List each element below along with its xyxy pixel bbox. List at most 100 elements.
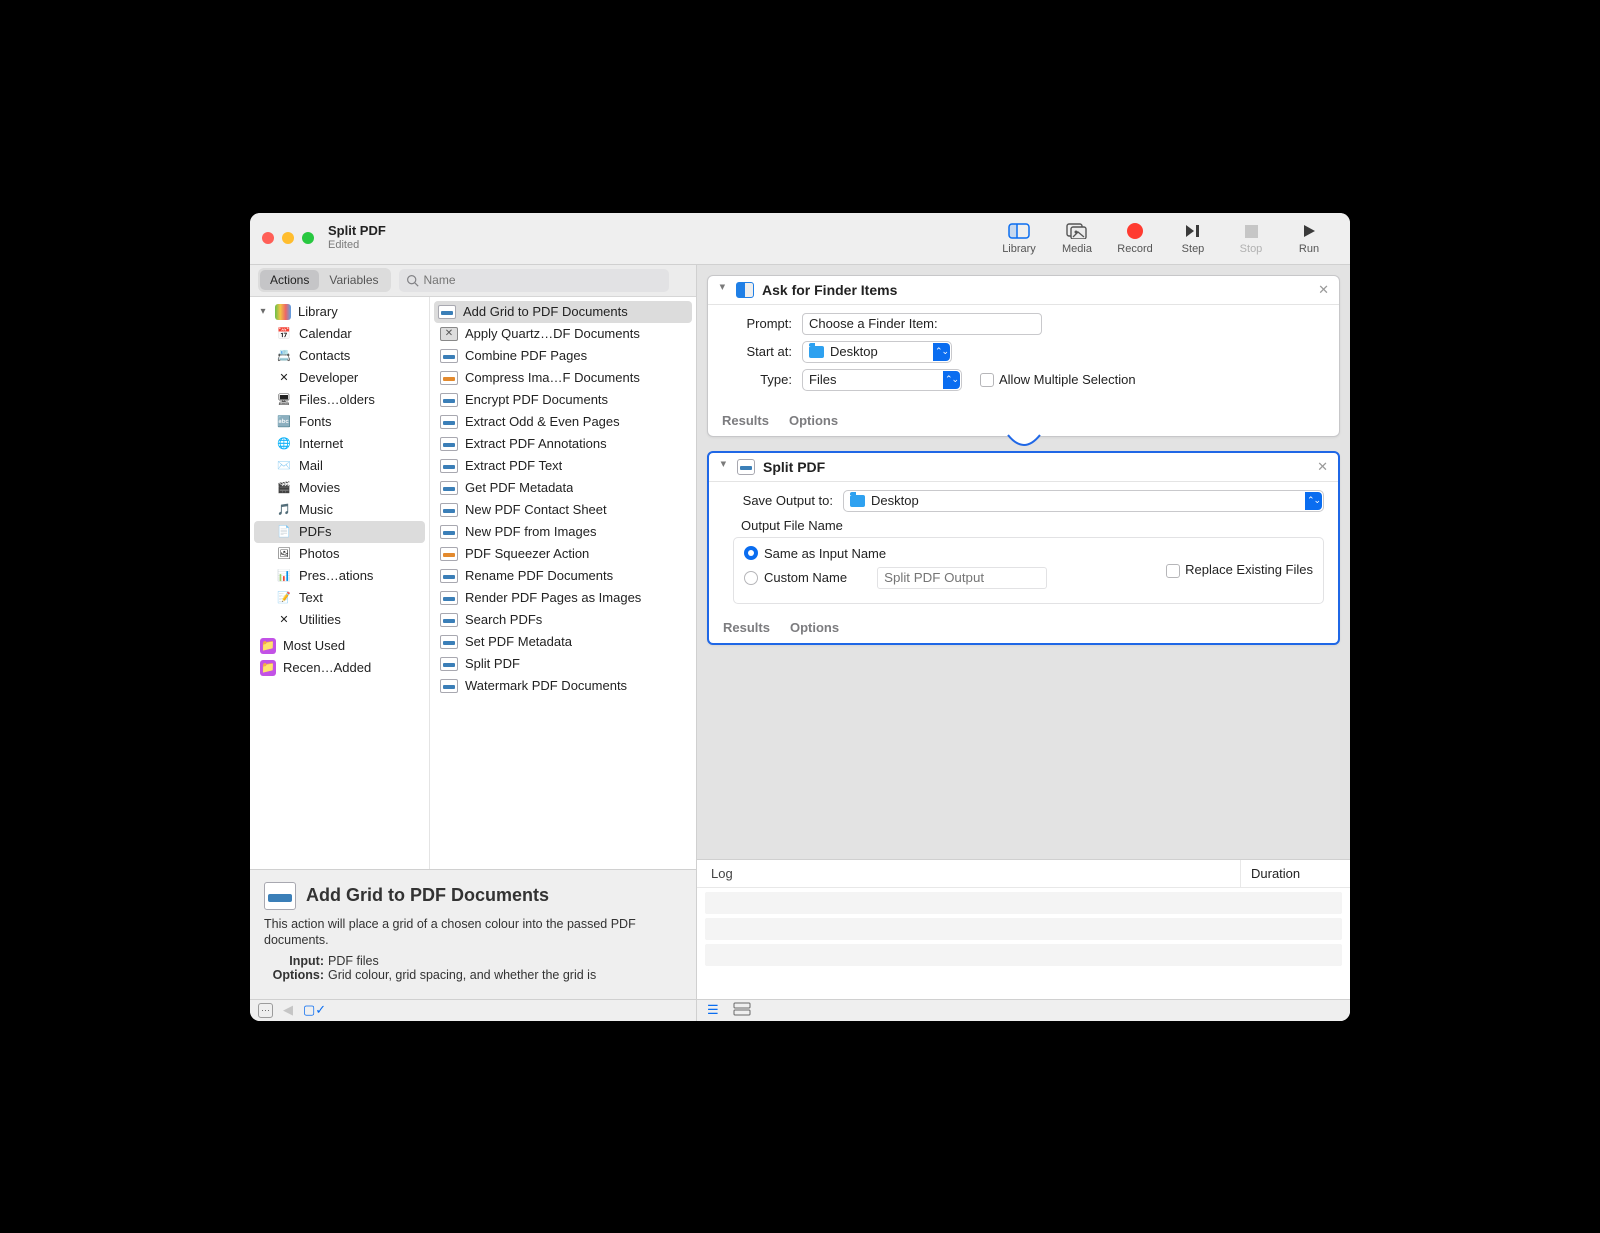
action-compress-ima-f-documents[interactable]: Compress Ima…F Documents [430,367,696,389]
output-filename-group: Same as Input Name Custom Name Replace E… [733,537,1324,604]
radio-custom-name[interactable]: Custom Name [744,567,1148,589]
action-watermark-pdf-documents[interactable]: Watermark PDF Documents [430,675,696,697]
category-text[interactable]: 📝Text [250,587,429,609]
action-search-pdfs[interactable]: Search PDFs [430,609,696,631]
category-icon: 🖼 [276,546,292,562]
category-pres-ations[interactable]: 📊Pres…ations [250,565,429,587]
category-fonts[interactable]: 🔤Fonts [250,411,429,433]
results-disclosure[interactable]: Results [723,620,770,635]
chevron-down-icon: ▾ [258,306,268,317]
step-toolbar-button[interactable]: Step [1164,221,1222,255]
category-calendar[interactable]: 📅Calendar [250,323,429,345]
action-encrypt-pdf-documents[interactable]: Encrypt PDF Documents [430,389,696,411]
category-utilities[interactable]: ✕Utilities [250,609,429,631]
search-input[interactable] [424,273,662,287]
workflow-canvas[interactable]: ▸ Ask for Finder Items ✕ Prompt: Choose … [697,265,1350,859]
options-disclosure[interactable]: Options [789,413,838,428]
action-new-pdf-contact-sheet[interactable]: New PDF Contact Sheet [430,499,696,521]
run-toolbar-button[interactable]: Run [1280,221,1338,255]
action-icon [440,371,458,385]
action-extract-odd-even-pages[interactable]: Extract Odd & Even Pages [430,411,696,433]
smart-folder-icon: 📁 [260,660,276,676]
replace-existing-checkbox[interactable]: Replace Existing Files [1166,562,1313,578]
workflow-pane: ▸ Ask for Finder Items ✕ Prompt: Choose … [697,265,1350,1021]
radio-same-name[interactable]: Same as Input Name [744,546,1148,561]
action-icon [440,349,458,363]
prompt-field[interactable]: Choose a Finder Item: [802,313,1042,335]
duration-column-header[interactable]: Duration [1240,860,1350,887]
action-icon [440,437,458,451]
remove-action-button[interactable]: ✕ [1318,282,1329,298]
action-icon [440,679,458,693]
action-get-pdf-metadata[interactable]: Get PDF Metadata [430,477,696,499]
category-mail[interactable]: ✉️Mail [250,455,429,477]
category-photos[interactable]: 🖼Photos [250,543,429,565]
category-icon: ✉️ [276,458,292,474]
action-set-pdf-metadata[interactable]: Set PDF Metadata [430,631,696,653]
action-add-grid-to-pdf-documents[interactable]: Add Grid to PDF Documents [434,301,692,323]
allow-multiple-checkbox[interactable]: Allow Multiple Selection [980,372,1136,388]
action-render-pdf-pages-as-images[interactable]: Render PDF Pages as Images [430,587,696,609]
action-split-pdf[interactable]: Split PDF [430,653,696,675]
category-movies[interactable]: 🎬Movies [250,477,429,499]
options-disclosure[interactable]: Options [790,620,839,635]
category-internet[interactable]: 🌐Internet [250,433,429,455]
description-body: This action will place a grid of a chose… [264,916,682,949]
library-icon [275,304,291,320]
record-toolbar-button[interactable]: Record [1106,221,1164,255]
close-window-button[interactable] [262,232,274,244]
options-menu-button[interactable]: ⋯ [258,1003,273,1018]
category-pdfs[interactable]: 📄PDFs [254,521,425,543]
category-list[interactable]: ▾ Library 📅Calendar📇Contacts✕Developer🖥F… [250,297,430,869]
action-pdf-squeezer-action[interactable]: PDF Squeezer Action [430,543,696,565]
results-disclosure[interactable]: Results [722,413,769,428]
action-rename-pdf-documents[interactable]: Rename PDF Documents [430,565,696,587]
action-description: Add Grid to PDF Documents This action wi… [250,869,696,999]
finder-icon [736,282,754,298]
tab-variables[interactable]: Variables [319,270,388,290]
save-output-popup[interactable]: Desktop [843,490,1324,512]
disclosure-icon[interactable]: ▸ [718,462,731,472]
main-split: Actions Variables ▾ Library 📅Calendar� [250,265,1350,1021]
workflow-action-ask-finder[interactable]: ▸ Ask for Finder Items ✕ Prompt: Choose … [707,275,1340,437]
category-developer[interactable]: ✕Developer [250,367,429,389]
left-bottombar: ⋯ ◀ ▢✓ [250,999,696,1021]
run-icon [1298,221,1320,241]
remove-action-button[interactable]: ✕ [1317,459,1328,475]
media-toolbar-button[interactable]: Media [1048,221,1106,255]
log-column-header[interactable]: Log [697,866,1240,881]
titlebar: Split PDF Edited Library Media Record St… [250,213,1350,265]
action-new-pdf-from-images[interactable]: New PDF from Images [430,521,696,543]
description-input: Input: PDF files [264,954,682,968]
media-icon [1066,221,1088,241]
log-view-button[interactable]: ☰ [707,1002,719,1018]
category-contacts[interactable]: 📇Contacts [250,345,429,367]
type-popup[interactable]: Files [802,369,962,391]
search-field[interactable] [399,269,669,292]
start-at-popup[interactable]: Desktop [802,341,952,363]
description-options: Options: Grid colour, grid spacing, and … [264,968,682,982]
action-icon [440,635,458,649]
smart-folder-most-used[interactable]: 📁Most Used [250,635,429,657]
history-back-button[interactable]: ◀ [283,1002,293,1018]
category-library-root[interactable]: ▾ Library [250,301,429,323]
variables-view-button[interactable] [733,1002,751,1019]
category-icon: 📅 [276,326,292,342]
actions-list[interactable]: Add Grid to PDF DocumentsApply Quartz…DF… [430,297,696,869]
action-icon [440,503,458,517]
category-music[interactable]: 🎵Music [250,499,429,521]
action-extract-pdf-text[interactable]: Extract PDF Text [430,455,696,477]
category-icon: 🎵 [276,502,292,518]
workflow-action-split-pdf[interactable]: ▸ Split PDF ✕ Save Output to: Desktop [707,451,1340,645]
action-extract-pdf-annotations[interactable]: Extract PDF Annotations [430,433,696,455]
smart-folder-recen-added[interactable]: 📁Recen…Added [250,657,429,679]
minimize-window-button[interactable] [282,232,294,244]
library-toolbar-button[interactable]: Library [990,221,1048,255]
action-apply-quartz-df-documents[interactable]: Apply Quartz…DF Documents [430,323,696,345]
action-combine-pdf-pages[interactable]: Combine PDF Pages [430,345,696,367]
category-files-olders[interactable]: 🖥Files…olders [250,389,429,411]
zoom-window-button[interactable] [302,232,314,244]
disclosure-icon[interactable]: ▸ [717,285,730,295]
tab-actions[interactable]: Actions [260,270,319,290]
stop-toolbar-button[interactable]: Stop [1222,221,1280,255]
